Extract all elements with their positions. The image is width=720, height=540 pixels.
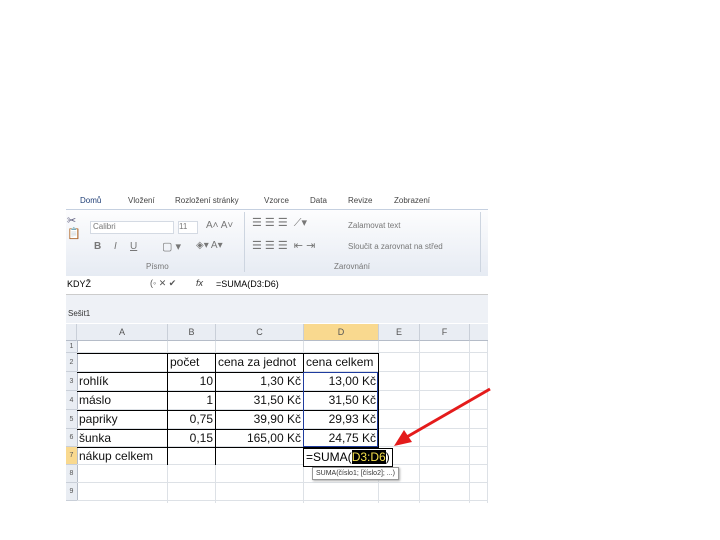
red-arrow — [394, 387, 491, 446]
